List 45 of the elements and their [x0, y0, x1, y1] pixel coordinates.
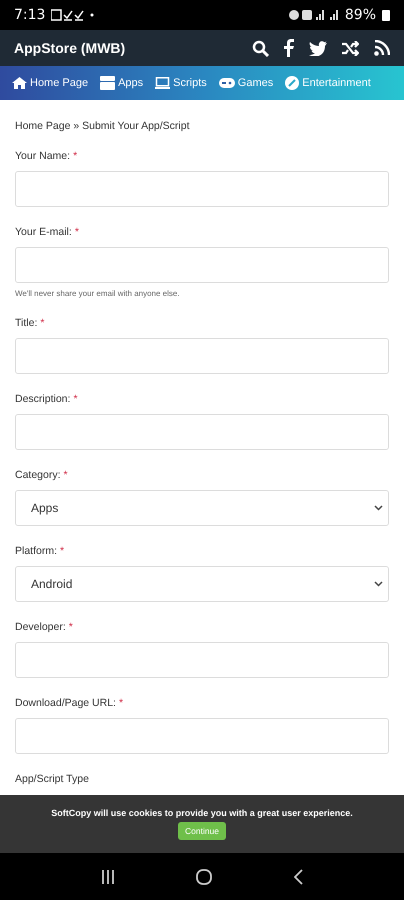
facebook-icon[interactable]	[284, 39, 294, 57]
recent-apps-icon[interactable]	[100, 870, 115, 884]
field-label: Developer: *	[15, 621, 74, 633]
field-label: Platform: *	[15, 545, 66, 557]
breadcrumb: Home Page » Submit Your App/Script	[15, 120, 191, 132]
input-field[interactable]	[15, 642, 389, 678]
home-icon[interactable]	[196, 868, 212, 884]
field-label: Category: *	[15, 469, 69, 481]
input-field[interactable]	[15, 338, 389, 374]
input-field[interactable]	[15, 718, 389, 754]
battery-level: 89%	[344, 7, 376, 23]
nav-link[interactable]: Scripts	[155, 77, 207, 89]
battery-icon	[382, 9, 390, 21]
select-field[interactable]: Android	[15, 566, 389, 602]
field-label: Description: *	[15, 393, 79, 405]
input-field[interactable]	[15, 247, 389, 283]
field-label: Your Name: *	[15, 150, 78, 162]
nav-link[interactable]: Home Page	[12, 77, 88, 89]
input-field[interactable]	[15, 171, 389, 207]
twitter-icon[interactable]	[309, 40, 327, 56]
monitor-icon	[155, 77, 170, 89]
field-label: Your E-mail: *	[15, 226, 80, 238]
nav-link[interactable]: Games	[218, 77, 274, 89]
search-icon[interactable]	[252, 40, 269, 56]
cookie-message: SoftCopy will use cookies to provide you with a great user experience.	[51, 808, 353, 818]
box-icon	[100, 76, 116, 90]
nav-link[interactable]: Entertainment	[285, 76, 371, 90]
site-title[interactable]: AppStore (MWB)	[14, 40, 126, 56]
back-icon[interactable]	[294, 868, 304, 884]
nav-link[interactable]: Apps	[100, 76, 144, 90]
select-field[interactable]: Apps	[15, 490, 389, 526]
input-field[interactable]	[15, 414, 389, 450]
rss-icon[interactable]	[374, 40, 390, 56]
field-label: App/Script Type	[15, 773, 90, 785]
shuffle-icon[interactable]	[342, 40, 359, 56]
field-label: Title: *	[15, 317, 46, 329]
gamepad-icon	[218, 78, 235, 88]
chevron-down-icon	[374, 581, 383, 587]
chevron-down-icon	[374, 505, 383, 511]
field-label: Download/Page URL: *	[15, 697, 124, 709]
status-time: 7:13	[14, 7, 46, 23]
signal-icons	[288, 9, 339, 21]
notification-icons	[51, 9, 96, 21]
help-text: We'll never share your email with anyone else.	[15, 289, 181, 298]
house-icon	[12, 77, 27, 89]
